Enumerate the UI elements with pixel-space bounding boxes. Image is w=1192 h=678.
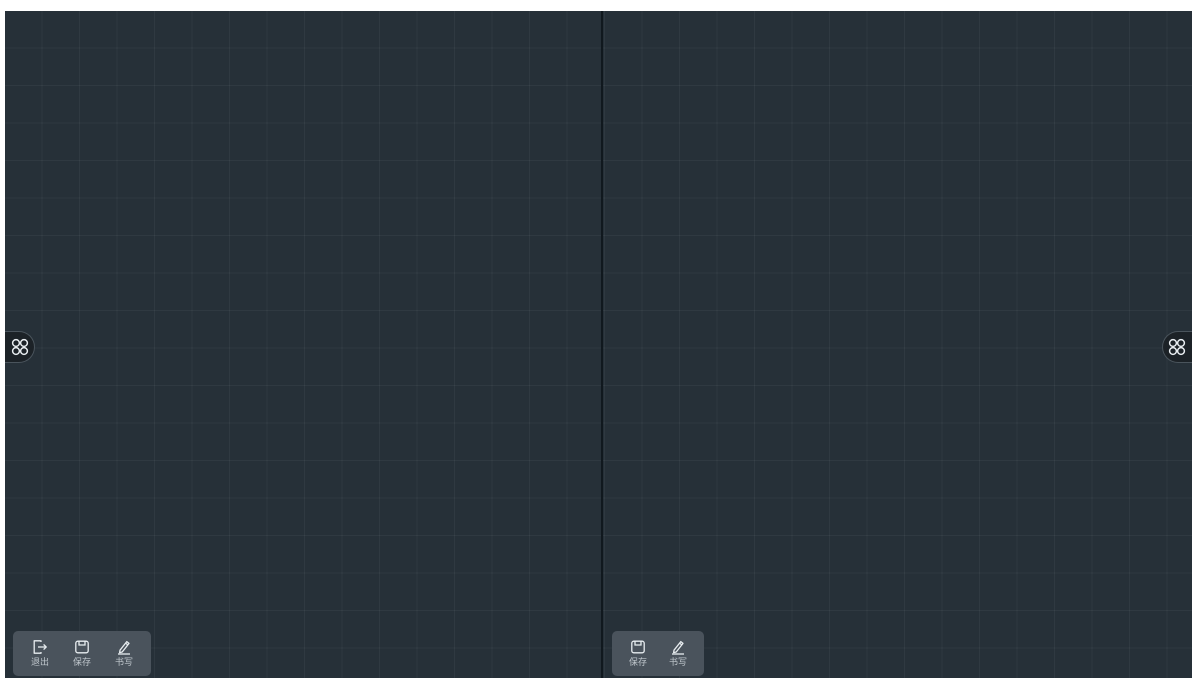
right-side-menu-button[interactable] bbox=[1162, 331, 1192, 363]
write-button[interactable]: 书写 bbox=[103, 634, 145, 674]
pen-icon bbox=[672, 640, 684, 655]
save-button[interactable]: 保存 bbox=[61, 634, 103, 674]
left-bottom-toolbar: 退出 保存 书写 bbox=[13, 631, 151, 676]
save-label: 保存 bbox=[72, 658, 91, 668]
whiteboard-screen: 退出 保存 书写 保存 书写 bbox=[5, 11, 1192, 678]
write-button[interactable]: 书写 bbox=[658, 634, 698, 674]
write-label: 书写 bbox=[114, 658, 133, 668]
left-canvas-panel[interactable]: 退出 保存 书写 bbox=[5, 11, 601, 678]
left-side-menu-button[interactable] bbox=[5, 331, 35, 363]
save-icon bbox=[75, 640, 89, 654]
save-label: 保存 bbox=[628, 658, 647, 668]
exit-label: 退出 bbox=[30, 658, 49, 668]
apps-grid-icon bbox=[1168, 338, 1186, 356]
write-label: 书写 bbox=[668, 658, 687, 668]
save-button[interactable]: 保存 bbox=[618, 634, 658, 674]
right-bottom-toolbar: 保存 书写 bbox=[612, 631, 704, 676]
save-icon bbox=[631, 640, 645, 654]
pen-icon bbox=[118, 640, 130, 655]
apps-grid-icon bbox=[11, 338, 28, 356]
exit-icon bbox=[33, 640, 47, 654]
exit-button[interactable]: 退出 bbox=[19, 634, 61, 674]
right-canvas-panel[interactable]: 保存 书写 bbox=[603, 11, 1192, 678]
